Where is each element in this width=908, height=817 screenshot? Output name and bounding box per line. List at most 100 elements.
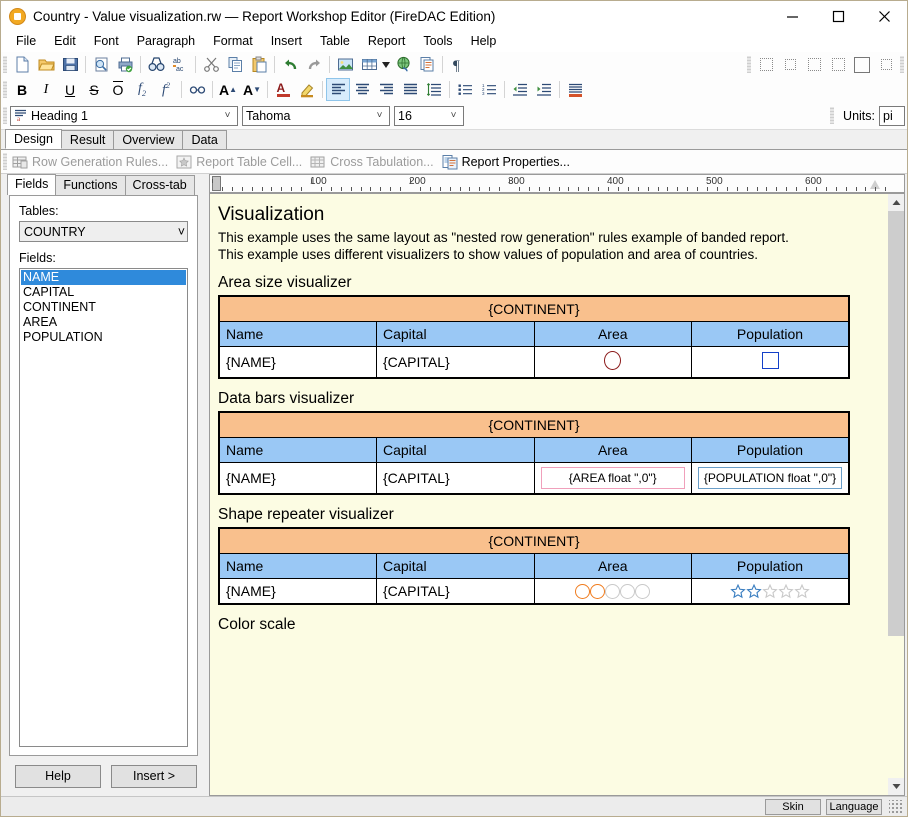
chevron-down-icon[interactable]: ˅: [446, 110, 461, 121]
paragraph-background-icon[interactable]: [563, 78, 587, 101]
column-header-capital[interactable]: Capital: [377, 438, 535, 463]
align-right-icon[interactable]: [374, 78, 398, 101]
shrink-font-icon[interactable]: A▼: [240, 78, 264, 101]
group-header-cell[interactable]: {CONTINENT}: [219, 412, 849, 438]
grow-font-icon[interactable]: A▲: [216, 78, 240, 101]
maximize-button[interactable]: [815, 1, 861, 31]
font-color-icon[interactable]: A: [271, 78, 295, 101]
insert-table-dropdown-icon[interactable]: [381, 62, 391, 68]
help-button[interactable]: Help: [15, 765, 101, 788]
column-header-population[interactable]: Population: [692, 322, 850, 347]
bullet-list-icon[interactable]: [453, 78, 477, 101]
horizontal-ruler[interactable]: 100 200 300 400 500 600: [209, 174, 905, 193]
row-generation-rules-button[interactable]: Row Generation Rules...: [10, 154, 174, 170]
menu-file[interactable]: File: [7, 32, 45, 50]
replace-abc-icon[interactable]: abac: [168, 53, 192, 76]
menu-paragraph[interactable]: Paragraph: [128, 32, 204, 50]
menu-insert[interactable]: Insert: [262, 32, 311, 50]
overline-icon[interactable]: O: [106, 78, 130, 101]
align-center-icon[interactable]: [350, 78, 374, 101]
minimize-button[interactable]: [769, 1, 815, 31]
menu-help[interactable]: Help: [462, 32, 506, 50]
close-button[interactable]: [861, 1, 907, 31]
group-header-cell[interactable]: {CONTINENT}: [219, 528, 849, 554]
find-binoculars-icon[interactable]: [144, 53, 168, 76]
report-table-cell-button[interactable]: Report Table Cell...: [174, 154, 308, 170]
scroll-down-button[interactable]: [888, 778, 904, 795]
column-header-name[interactable]: Name: [219, 554, 377, 579]
cell-capital[interactable]: {CAPITAL}: [377, 579, 535, 605]
cell-population[interactable]: {POPULATION float ",0"}: [692, 463, 850, 495]
tab-data[interactable]: Data: [182, 130, 226, 149]
cell-population[interactable]: [692, 579, 850, 605]
cell-name[interactable]: {NAME}: [219, 347, 377, 379]
language-button[interactable]: Language: [826, 799, 882, 815]
underline-icon[interactable]: U: [58, 78, 82, 101]
chevron-down-icon[interactable]: ˅: [178, 225, 185, 239]
insert-object-icon[interactable]: [415, 53, 439, 76]
save-disk-icon[interactable]: [58, 53, 82, 76]
page-border-bottom-icon[interactable]: [826, 53, 850, 76]
menu-table[interactable]: Table: [311, 32, 359, 50]
fields-list[interactable]: NAME CAPITAL CONTINENT AREA POPULATION: [19, 268, 188, 747]
cell-population[interactable]: [692, 347, 850, 379]
tab-overview[interactable]: Overview: [113, 130, 183, 149]
field-item-continent[interactable]: CONTINENT: [21, 300, 186, 315]
cell-capital[interactable]: {CAPITAL}: [377, 463, 535, 495]
tab-result[interactable]: Result: [61, 130, 114, 149]
increase-indent-icon[interactable]: [532, 78, 556, 101]
tab-fields[interactable]: Fields: [7, 174, 56, 195]
format-toolbar-grip[interactable]: [3, 81, 7, 98]
cell-area[interactable]: [534, 579, 692, 605]
menu-font[interactable]: Font: [85, 32, 128, 50]
column-header-area[interactable]: Area: [534, 438, 692, 463]
insert-hyperlink-icon[interactable]: [391, 53, 415, 76]
new-document-icon[interactable]: [10, 53, 34, 76]
field-item-capital[interactable]: CAPITAL: [21, 285, 186, 300]
report-properties-button[interactable]: Report Properties...: [440, 154, 576, 170]
paragraph-style-combo[interactable]: a Heading 1 ˅: [10, 106, 238, 126]
font-name-combo[interactable]: Tahoma ˅: [242, 106, 390, 126]
superscript-icon[interactable]: f2: [154, 78, 178, 101]
redo-icon[interactable]: [302, 53, 326, 76]
bold-icon[interactable]: B: [10, 78, 34, 101]
page-border-dotted-icon[interactable]: [874, 53, 898, 76]
copy-icon[interactable]: [223, 53, 247, 76]
insert-button[interactable]: Insert >: [111, 765, 197, 788]
document-page[interactable]: Visualization This example uses the same…: [209, 193, 888, 796]
tab-functions[interactable]: Functions: [55, 175, 125, 195]
strikethrough-icon[interactable]: S: [82, 78, 106, 101]
insert-table-icon[interactable]: [357, 53, 381, 76]
align-justify-icon[interactable]: [398, 78, 422, 101]
action-bar-grip[interactable]: [3, 153, 7, 170]
undo-icon[interactable]: [278, 53, 302, 76]
document-vertical-scrollbar[interactable]: [888, 193, 905, 796]
cell-capital[interactable]: {CAPITAL}: [377, 347, 535, 379]
tab-cross-tab[interactable]: Cross-tab: [125, 175, 195, 195]
cell-name[interactable]: {NAME}: [219, 579, 377, 605]
field-item-population[interactable]: POPULATION: [21, 330, 186, 345]
units-toolbar-grip[interactable]: [830, 107, 834, 124]
line-spacing-icon[interactable]: [422, 78, 446, 101]
page-toolbar-grip[interactable]: [747, 56, 751, 73]
numbered-list-icon[interactable]: 123: [477, 78, 501, 101]
field-item-area[interactable]: AREA: [21, 315, 186, 330]
column-header-population[interactable]: Population: [692, 554, 850, 579]
page-margin-none-icon[interactable]: [754, 53, 778, 76]
column-header-population[interactable]: Population: [692, 438, 850, 463]
menu-format[interactable]: Format: [204, 32, 262, 50]
report-table-area-size[interactable]: {CONTINENT} Name Capital Area Population…: [218, 295, 850, 379]
pilcrow-icon[interactable]: ¶: [446, 53, 470, 76]
menu-report[interactable]: Report: [359, 32, 415, 50]
insert-picture-icon[interactable]: [333, 53, 357, 76]
cut-scissors-icon[interactable]: [199, 53, 223, 76]
cell-area[interactable]: {AREA float ",0"}: [534, 463, 692, 495]
highlight-color-icon[interactable]: [295, 78, 319, 101]
tab-design[interactable]: Design: [5, 129, 62, 149]
column-header-capital[interactable]: Capital: [377, 554, 535, 579]
menu-edit[interactable]: Edit: [45, 32, 85, 50]
style-toolbar-grip[interactable]: [3, 107, 7, 124]
skin-button[interactable]: Skin: [765, 799, 821, 815]
report-table-data-bars[interactable]: {CONTINENT} Name Capital Area Population…: [218, 411, 850, 495]
menu-tools[interactable]: Tools: [414, 32, 461, 50]
